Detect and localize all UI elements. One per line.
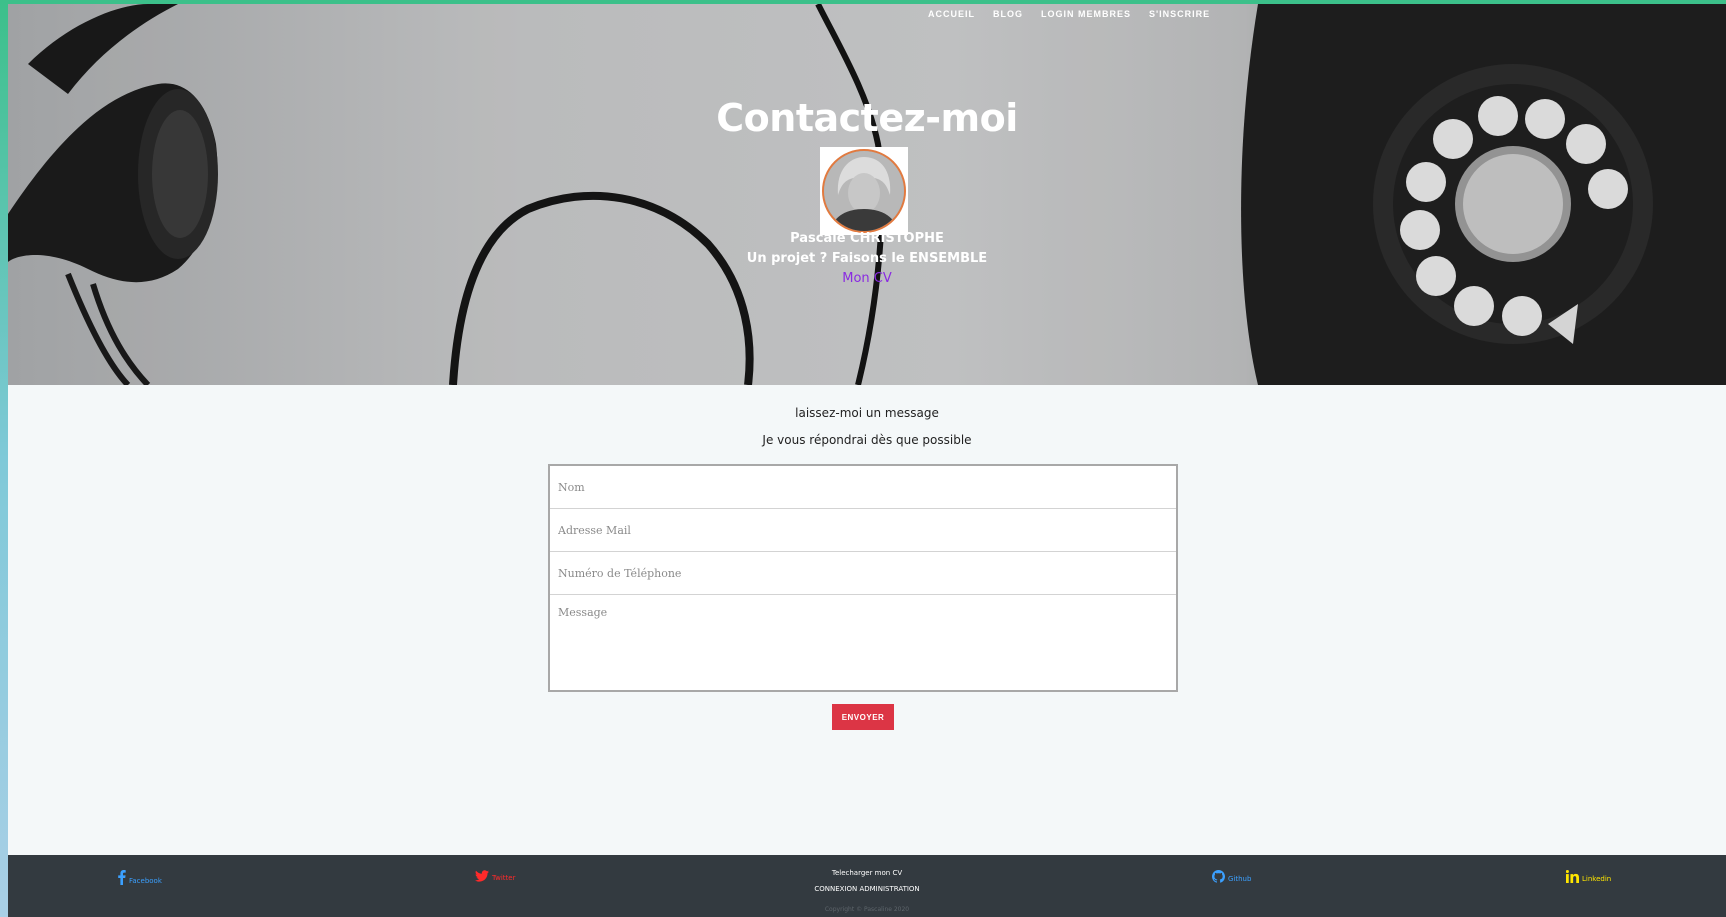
github-link[interactable]: Github xyxy=(1212,870,1251,883)
linkedin-icon xyxy=(1566,870,1579,883)
cv-link[interactable]: Mon CV xyxy=(842,271,892,286)
email-input[interactable] xyxy=(550,509,1176,552)
portrait-image xyxy=(824,151,904,231)
nav-blog[interactable]: BLOG xyxy=(993,9,1023,19)
top-nav: ACCUEIL BLOG LOGIN MEMBRES S'INSCRIRE xyxy=(928,9,1210,19)
contact-form xyxy=(548,464,1178,692)
admin-login-link[interactable]: CONNEXION ADMINISTRATION xyxy=(8,885,1726,893)
nav-login-membres[interactable]: LOGIN MEMBRES xyxy=(1041,9,1131,19)
footer: Facebook Twitter Telecharger mon CV CONN… xyxy=(8,855,1726,917)
github-icon xyxy=(1212,870,1225,883)
nav-sinscrire[interactable]: S'INSCRIRE xyxy=(1149,9,1210,19)
download-cv-link[interactable]: Telecharger mon CV xyxy=(8,869,1726,877)
name-input[interactable] xyxy=(550,466,1176,509)
hero-tagline: Un projet ? Faisons le ENSEMBLE xyxy=(746,251,988,266)
linkedin-link[interactable]: Linkedin xyxy=(1566,870,1611,883)
avatar xyxy=(822,149,906,233)
cv-link-wrapper: Mon CV xyxy=(8,267,1726,286)
linkedin-label: Linkedin xyxy=(1582,875,1612,883)
contact-subintro: Je vous répondrai dès que possible xyxy=(762,433,972,447)
send-button[interactable]: ENVOYER xyxy=(832,704,894,730)
owner-name: Pascale CHRISTOPHE xyxy=(790,231,944,246)
page: ACCUEIL BLOG LOGIN MEMBRES S'INSCRIRE Co… xyxy=(8,4,1726,917)
contact-intro: laissez-moi un message xyxy=(795,406,939,420)
phone-input[interactable] xyxy=(550,552,1176,595)
message-textarea[interactable] xyxy=(550,596,1176,690)
hero-banner: ACCUEIL BLOG LOGIN MEMBRES S'INSCRIRE Co… xyxy=(8,4,1726,385)
nav-accueil[interactable]: ACCUEIL xyxy=(928,9,975,19)
facebook-label: Facebook xyxy=(129,877,162,885)
github-label: Github xyxy=(1228,875,1252,883)
page-title: Contactez-moi xyxy=(716,96,1018,140)
copyright: Copyright © Pascaline 2020 xyxy=(824,906,910,913)
avatar-frame xyxy=(820,147,908,235)
